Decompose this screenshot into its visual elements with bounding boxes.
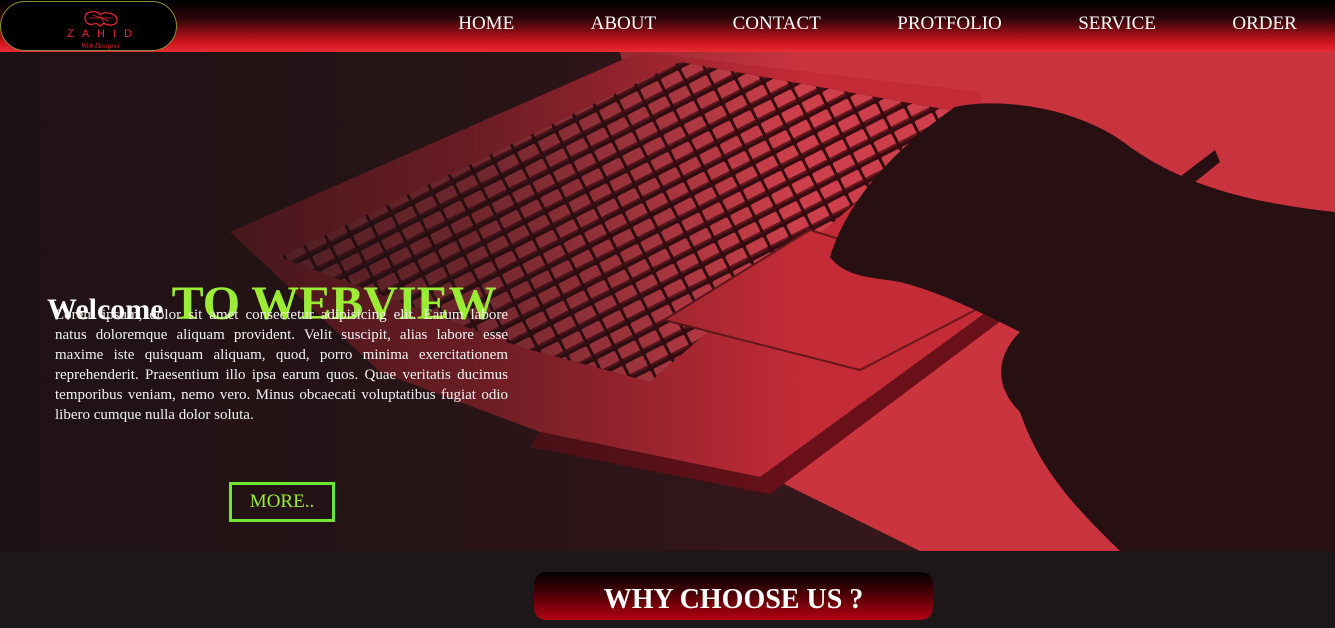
logo-name: ZAHID	[67, 28, 140, 40]
main-menu: HOME ABOUT CONTACT PROTFOLIO SERVICE ORD…	[420, 0, 1335, 52]
top-navbar: ZAHID Web Designer HOME ABOUT CONTACT PR…	[0, 0, 1335, 52]
nav-item-about[interactable]: ABOUT	[576, 13, 671, 35]
nav-item-portfolio[interactable]: PROTFOLIO	[882, 13, 1017, 35]
hero-banner: Welcome TO WEBVIEW Lorem ipsum, dolor si…	[0, 52, 1335, 551]
nav-item-service[interactable]: SERVICE	[1063, 13, 1171, 35]
nav-item-contact[interactable]: CONTACT	[718, 13, 836, 35]
more-button[interactable]: MORE..	[229, 482, 335, 522]
nav-item-home[interactable]: HOME	[443, 13, 529, 35]
site-logo[interactable]: ZAHID Web Designer	[0, 1, 177, 51]
why-choose-us-heading: WHY CHOOSE US ?	[534, 572, 933, 620]
nav-item-order[interactable]: ORDER	[1217, 13, 1311, 35]
hero-paragraph: Lorem ipsum, dolor sit amet consectetur …	[55, 307, 508, 423]
logo-tagline: Web Designer	[81, 42, 121, 50]
